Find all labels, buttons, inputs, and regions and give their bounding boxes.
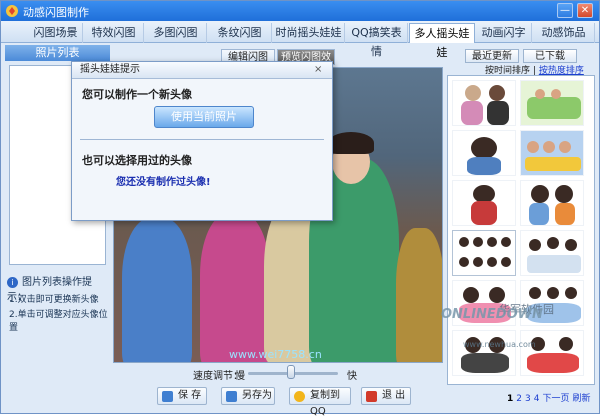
speed-fast-label: 快 xyxy=(347,371,357,382)
template-thumbnail[interactable] xyxy=(452,330,516,376)
tab-stripe[interactable]: 条纹闪图 xyxy=(208,23,272,43)
window-title: 动感闪图制作 xyxy=(23,6,89,19)
help-item: 2.单击可调整对应头像位置 xyxy=(9,310,108,333)
app-window: 动感闪图制作 — ✕ 闪图场景 特效闪图 多图闪图 条纹闪图 时尚摇头娃娃 QQ… xyxy=(0,0,600,417)
qq-icon xyxy=(294,391,305,402)
speed-slow-label: 慢 xyxy=(235,371,245,382)
info-icon: i xyxy=(7,276,18,288)
help-item: 1.双击即可更换新头像 xyxy=(9,295,99,305)
page-link[interactable]: 4 xyxy=(534,394,540,404)
watermark-logo: ONLINEDOWN xyxy=(441,307,543,322)
close-button[interactable]: ✕ xyxy=(577,3,593,18)
save-icon xyxy=(162,391,173,402)
page-link[interactable]: 3 xyxy=(525,394,531,404)
template-thumbnail[interactable] xyxy=(452,180,516,226)
tab-downloaded[interactable]: 已下载 xyxy=(523,49,577,63)
hair-shape xyxy=(328,132,374,154)
template-thumbnail[interactable] xyxy=(520,230,584,276)
speed-slider-thumb[interactable] xyxy=(287,365,296,379)
photo-list-title: 照片列表 xyxy=(5,45,110,61)
template-thumbnail[interactable] xyxy=(452,80,516,126)
page-link[interactable]: 2 xyxy=(516,394,522,404)
template-thumbnail[interactable] xyxy=(520,80,584,126)
tab-scene[interactable]: 闪图场景 xyxy=(29,23,83,43)
tab-bobblehead[interactable]: 时尚摇头娃娃 xyxy=(273,23,345,43)
dialog-new-avatar-text: 您可以制作一个新头像 xyxy=(82,88,192,101)
app-icon xyxy=(6,5,18,17)
copy-to-qq-button[interactable]: 复制到QQ xyxy=(289,387,351,417)
template-thumbnail[interactable] xyxy=(520,330,584,376)
save-as-button[interactable]: 另存为 xyxy=(221,387,275,405)
dialog-no-avatar-note: 您还没有制作过头像! xyxy=(116,177,211,188)
tab-effects[interactable]: 特效闪图 xyxy=(84,23,144,43)
dialog-used-avatar-text: 也可以选择用过的头像 xyxy=(82,154,192,167)
tab-multi-image[interactable]: 多图闪图 xyxy=(145,23,207,43)
template-thumbnail[interactable] xyxy=(520,130,584,176)
tab-multi-bobblehead[interactable]: 多人摇头娃娃 xyxy=(409,23,475,59)
preview-watermark: www.wei7758.cn xyxy=(229,348,322,361)
use-current-photo-button[interactable]: 使用当前照片 xyxy=(154,106,254,128)
page-link[interactable]: 1 xyxy=(507,394,513,404)
figure-shape xyxy=(122,218,192,362)
exit-icon xyxy=(366,391,377,402)
minimize-button[interactable]: — xyxy=(557,3,573,18)
figure-shape xyxy=(200,213,270,362)
tab-qq-emoji[interactable]: QQ搞笑表情 xyxy=(346,23,408,58)
tab-animated-text[interactable]: 动画闪字 xyxy=(476,23,532,43)
right-panel: 最近更新 已下载 按时间排序 | 按热度排序 1 2 3 4 下一页 刷新 xyxy=(445,45,597,411)
next-page-link[interactable]: 下一页 xyxy=(542,394,569,404)
avatar-prompt-dialog: 摇头娃娃提示 × 您可以制作一个新头像 使用当前照片 也可以选择用过的头像 您还… xyxy=(71,61,333,221)
main-tab-bar: 闪图场景 特效闪图 多图闪图 条纹闪图 时尚摇头娃娃 QQ搞笑表情 多人摇头娃娃… xyxy=(1,21,599,59)
exit-button[interactable]: 退 出 xyxy=(361,387,411,405)
dialog-title: 摇头娃娃提示 xyxy=(72,62,332,79)
dialog-divider xyxy=(80,139,324,140)
dialog-close-icon[interactable]: × xyxy=(314,64,322,75)
template-gallery xyxy=(447,75,595,385)
tab-accessories[interactable]: 动感饰品 xyxy=(533,23,595,43)
refresh-link[interactable]: 刷新 xyxy=(572,394,590,404)
figure-shape xyxy=(396,228,442,362)
template-thumbnail[interactable] xyxy=(520,180,584,226)
title-bar: 动感闪图制作 — ✕ xyxy=(1,1,599,21)
watermark-url: www.newhua.com xyxy=(463,340,536,349)
template-thumbnail[interactable] xyxy=(452,130,516,176)
save-as-icon xyxy=(226,391,237,402)
template-thumbnail[interactable] xyxy=(452,230,516,276)
save-button[interactable]: 保 存 xyxy=(157,387,207,405)
pager: 1 2 3 4 下一页 刷新 xyxy=(507,391,594,404)
tab-recent-updates[interactable]: 最近更新 xyxy=(465,49,519,63)
